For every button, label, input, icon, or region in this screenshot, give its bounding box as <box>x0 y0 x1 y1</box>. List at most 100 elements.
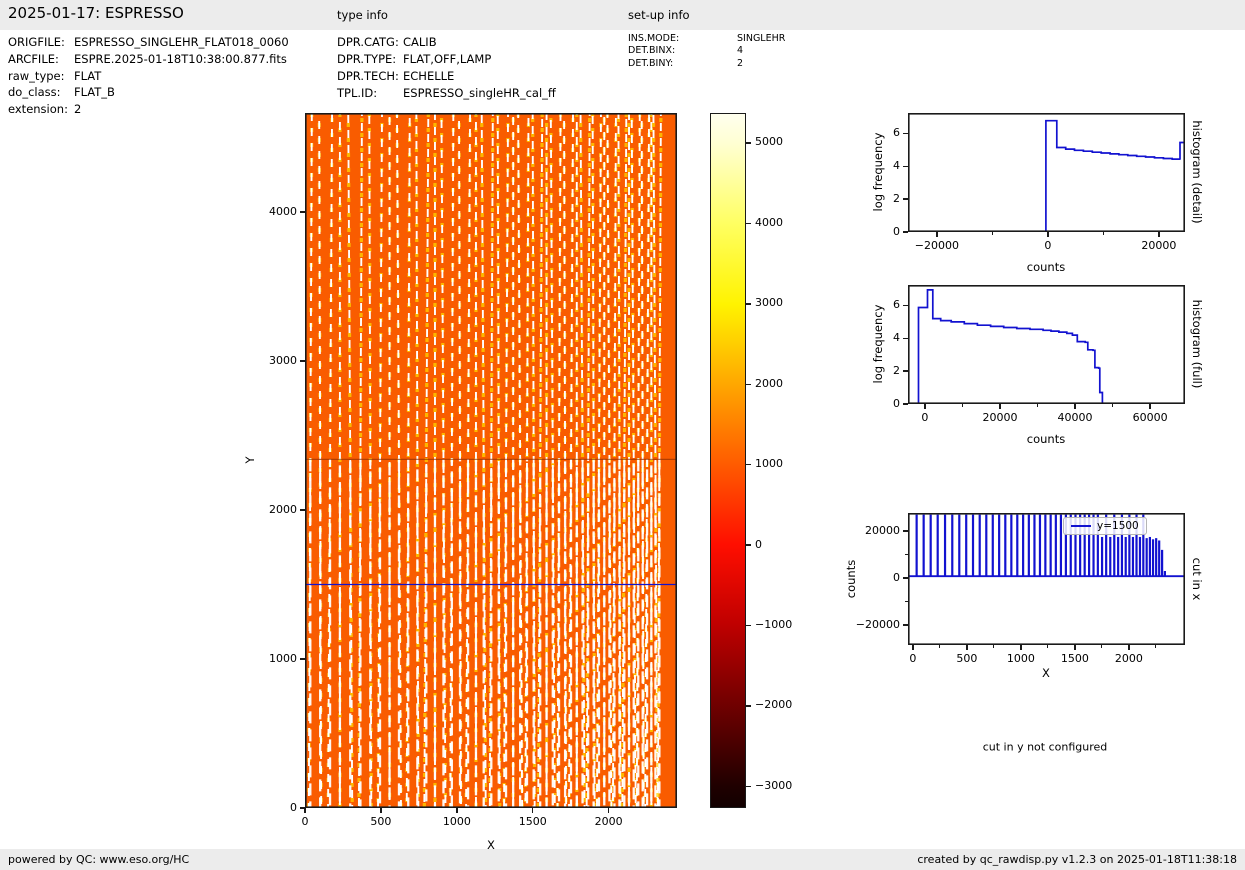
x-minor-tick <box>1036 404 1039 407</box>
metadata-row: DET.BINY: 2 <box>628 58 785 70</box>
x-tick-label: 0 <box>909 652 917 665</box>
colorbar-tick <box>746 463 751 466</box>
y-tick <box>903 403 908 405</box>
colorbar-tick-label: 3000 <box>755 296 783 310</box>
metadata-value: SINGLEHR <box>737 33 786 44</box>
y-tick-label: 3000 <box>269 353 297 367</box>
metadata-label: extension: <box>8 102 68 117</box>
x-tick <box>1047 232 1049 237</box>
metadata-label: do_class: <box>8 85 61 100</box>
x-tick-label: 500 <box>956 652 978 665</box>
y-tick <box>300 807 305 809</box>
colorbar-tick <box>746 222 751 225</box>
x-tick-label: 1500 <box>518 815 547 828</box>
section-title-type-info: type info <box>337 8 388 22</box>
colorbar-tick <box>746 705 751 707</box>
colorbar-tick <box>746 303 751 305</box>
metadata-value: FLAT_B <box>74 85 115 100</box>
section-title-setup-info: set-up info <box>628 8 690 22</box>
metadata-label: DET.BINX: <box>628 45 676 57</box>
y-tick <box>300 211 305 213</box>
metadata-value: 4 <box>737 45 744 57</box>
colorbar-tick <box>746 785 751 787</box>
cutx-legend: y=1500 <box>1063 517 1147 535</box>
x-tick-label: −20000 <box>914 239 959 252</box>
metadata-row: DPR.TECH: ECHELLE <box>337 68 556 85</box>
metadata-label: DET.BINY: <box>628 57 674 69</box>
legend-line-sample <box>1071 525 1091 527</box>
metadata-value: 2 <box>74 102 82 117</box>
x-tick <box>304 808 306 813</box>
x-tick-label: 0 <box>301 815 309 828</box>
hist-full-right-label: histogram (full) <box>1190 299 1204 389</box>
x-tick <box>607 808 610 813</box>
histogram-full-plot <box>908 285 1185 404</box>
y-tick <box>300 360 305 362</box>
x-tick <box>966 645 968 650</box>
x-tick <box>532 808 534 813</box>
x-tick-label: 40000 <box>1057 411 1093 424</box>
x-minor-tick <box>961 404 963 407</box>
x-minor-tick <box>993 645 995 648</box>
metadata-row: DPR.CATG: CALIB <box>337 34 556 51</box>
metadata-label: DPR.TYPE: <box>337 52 397 66</box>
cutx-ylabel: counts <box>844 559 858 599</box>
x-tick <box>912 645 914 650</box>
metadata-label: ARCFILE: <box>8 51 59 66</box>
x-tick-label: 1500 <box>1060 652 1089 665</box>
metadata-value: FLAT <box>74 68 102 83</box>
metadata-label: DPR.TECH: <box>337 69 399 83</box>
y-tick <box>903 132 908 135</box>
raw-frame-image <box>305 113 677 808</box>
x-tick-label: 1000 <box>1006 652 1035 665</box>
y-tick-label: 4000 <box>269 204 297 218</box>
colorbar-tick-label: 5000 <box>755 135 783 149</box>
metadata-row: DPR.TYPE: FLAT,OFF,LAMP <box>337 51 556 68</box>
metadata-row: TPL.ID: ESPRESSO_singleHR_cal_ff <box>337 85 556 102</box>
y-tick-label: 0 <box>893 224 900 238</box>
x-tick <box>380 808 382 813</box>
qc-report-page: 2025-01-17: ESPRESSO type info set-up in… <box>0 0 1245 870</box>
y-tick <box>903 624 908 626</box>
y-tick-label: −20000 <box>855 617 900 631</box>
x-tick-label: 2000 <box>594 815 623 828</box>
x-tick-label: 60000 <box>1132 411 1168 424</box>
hist-detail-right-label: histogram (detail) <box>1190 120 1204 224</box>
y-tick-label: 4 <box>893 330 900 344</box>
y-tick-label: 2 <box>893 363 900 377</box>
metadata-right-column: INS.MODE: SINGLEHR DET.BINX: 4 DET.BINY: 2 <box>628 33 785 70</box>
hist-detail-ylabel: log frequency <box>871 132 885 212</box>
y-tick <box>300 509 305 511</box>
x-tick-label: 20000 <box>982 411 1018 424</box>
metadata-left-column: ORIGFILE: ESPRESSO_SINGLEHR_FLAT018_0060 A… <box>8 34 289 118</box>
x-minor-tick <box>1155 645 1157 648</box>
main-yaxis-label: Y <box>243 456 257 464</box>
x-tick <box>924 404 926 409</box>
x-tick <box>456 808 458 813</box>
y-minor-tick <box>905 600 908 603</box>
metadata-label: raw_type: <box>8 68 65 83</box>
x-minor-tick <box>1101 645 1103 648</box>
x-tick <box>1158 232 1160 237</box>
y-tick <box>903 370 908 372</box>
metadata-row: INS.MODE: SINGLEHR <box>628 33 785 45</box>
footer-created-by: created by qc_rawdisp.py v1.2.3 on 2025-… <box>917 853 1237 866</box>
y-tick-label: 20000 <box>865 523 900 537</box>
x-tick <box>936 232 938 237</box>
y-tick-label: 2000 <box>269 502 297 516</box>
y-tick-label: 6 <box>893 298 900 312</box>
metadata-value: ESPRESSO_singleHR_cal_ff <box>403 86 556 100</box>
hist-full-xlabel: counts <box>1026 432 1066 446</box>
page-title: 2025-01-17: ESPRESSO <box>8 4 184 22</box>
metadata-label: ORIGFILE: <box>8 35 65 49</box>
histogram-detail-plot <box>908 113 1185 232</box>
x-minor-tick <box>1102 232 1104 235</box>
colorbar-tick-label: 4000 <box>755 215 783 229</box>
colorbar-tick-label: −1000 <box>755 617 793 631</box>
colorbar-tick <box>746 544 751 546</box>
metadata-label: DPR.CATG: <box>337 35 399 49</box>
metadata-label: TPL.ID: <box>337 86 378 100</box>
metadata-row: DET.BINX: 4 <box>628 45 785 57</box>
x-tick-label: 2000 <box>1114 652 1143 665</box>
x-tick <box>1149 404 1151 409</box>
